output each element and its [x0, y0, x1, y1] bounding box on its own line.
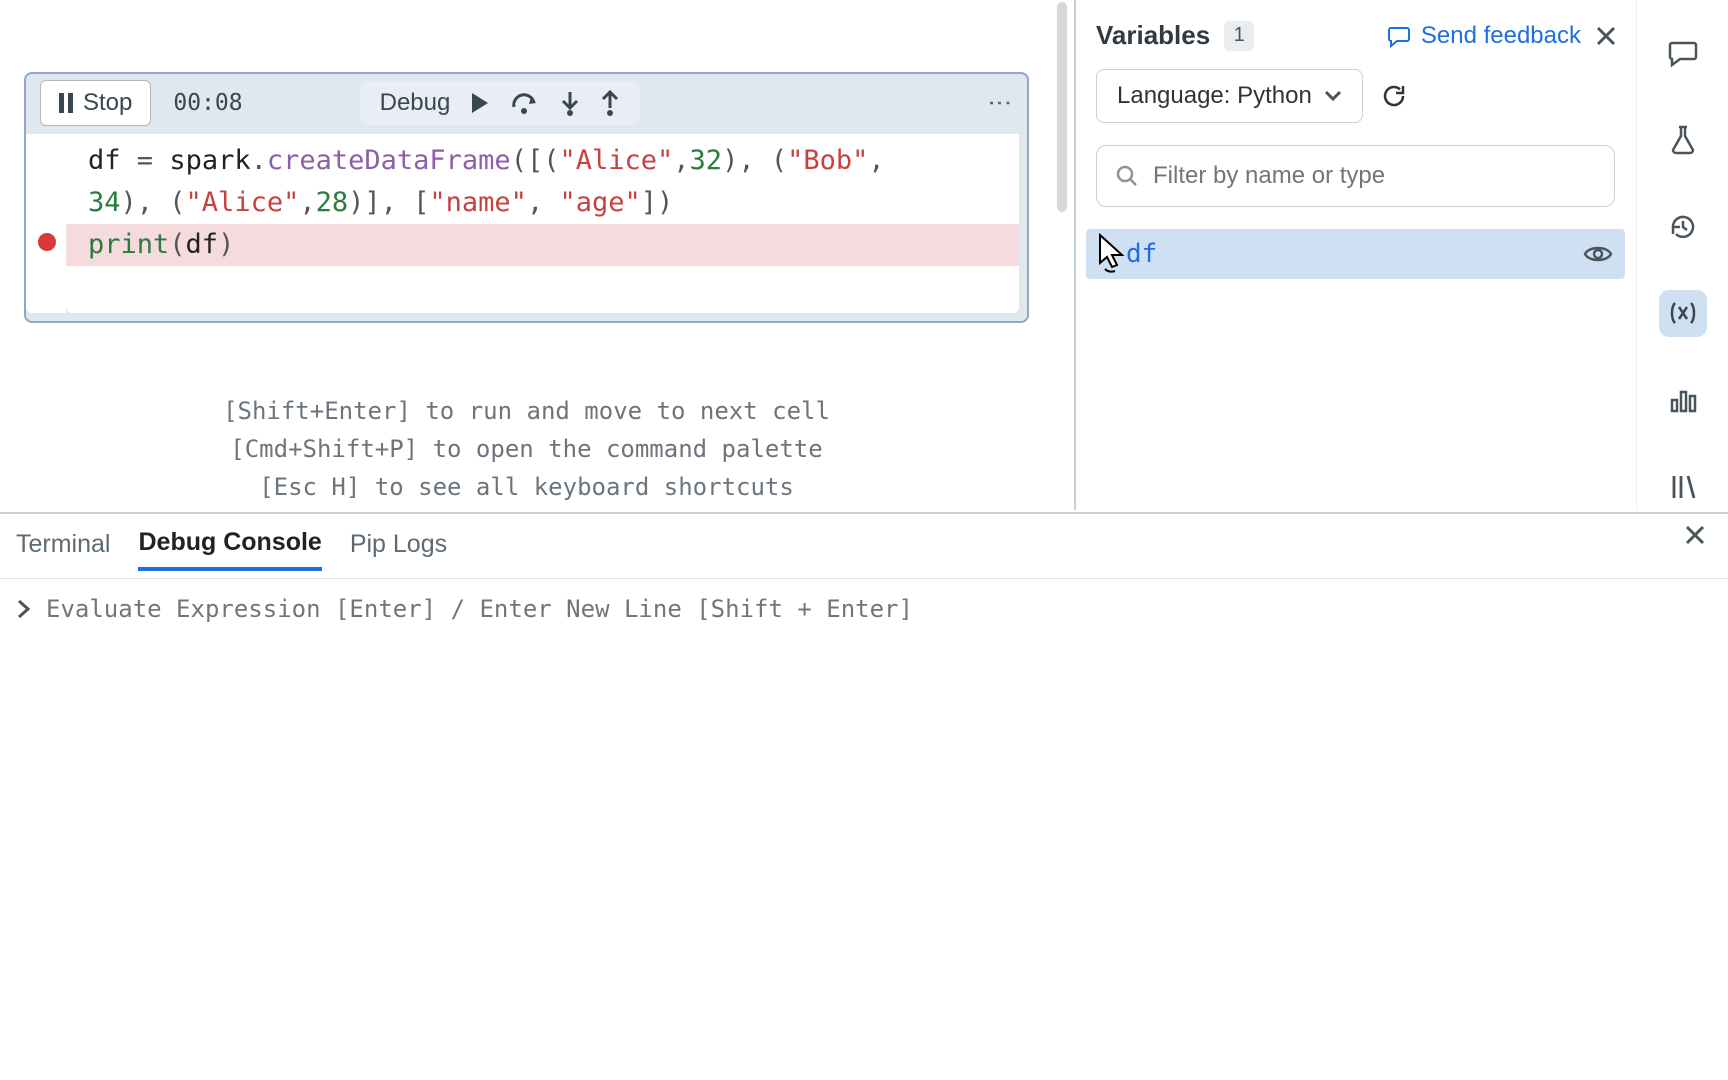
- stop-label: Stop: [83, 89, 132, 117]
- play-icon[interactable]: [470, 92, 490, 114]
- hint-line: [Esc H] to see all keyboard shortcuts: [24, 468, 1029, 506]
- notebook-cell: Stop 00:08 Debug ⋮: [24, 72, 1029, 323]
- send-feedback-link[interactable]: Send feedback: [1387, 22, 1581, 50]
- debug-label: Debug: [380, 89, 451, 117]
- close-icon: [1595, 25, 1617, 47]
- step-out-icon[interactable]: [600, 90, 620, 116]
- feedback-label: Send feedback: [1421, 22, 1581, 50]
- rail-bars-icon[interactable]: [1659, 377, 1707, 424]
- rail-flask-icon[interactable]: [1659, 117, 1707, 164]
- language-select[interactable]: Language: Python: [1096, 69, 1363, 123]
- keyboard-hints: [Shift+Enter] to run and move to next ce…: [24, 392, 1029, 506]
- close-panel-button[interactable]: [1595, 25, 1617, 47]
- debug-console-input[interactable]: [46, 595, 1712, 623]
- eye-icon[interactable]: [1583, 243, 1613, 265]
- rail-chat-icon[interactable]: [1659, 30, 1707, 77]
- chat-icon: [1387, 24, 1411, 48]
- tab-terminal[interactable]: Terminal: [16, 530, 110, 569]
- hint-line: [Shift+Enter] to run and move to next ce…: [24, 392, 1029, 430]
- variables-count-badge: 1: [1224, 21, 1254, 51]
- pause-icon: [59, 93, 73, 113]
- filter-input[interactable]: [1153, 162, 1596, 190]
- code-line-current: print(df): [66, 224, 1019, 266]
- variables-title: Variables: [1096, 20, 1210, 51]
- code-gutter[interactable]: [26, 134, 66, 313]
- chevron-right-icon: [16, 599, 32, 619]
- rail-columns-icon[interactable]: [1659, 463, 1707, 510]
- code-editor[interactable]: df = spark.createDataFrame([("Alice",32)…: [66, 134, 1019, 313]
- cell-toolbar: Stop 00:08 Debug ⋮: [40, 74, 1013, 132]
- language-label: Language: Python: [1117, 82, 1312, 110]
- close-icon: [1684, 524, 1706, 546]
- vertical-scrollbar[interactable]: [1057, 2, 1067, 212]
- refresh-button[interactable]: [1381, 83, 1407, 109]
- step-over-icon[interactable]: [510, 91, 540, 115]
- filter-input-wrap[interactable]: [1096, 145, 1615, 207]
- search-icon: [1115, 164, 1139, 188]
- hint-line: [Cmd+Shift+P] to open the command palett…: [24, 430, 1029, 468]
- rail-history-icon[interactable]: [1659, 203, 1707, 250]
- stop-button[interactable]: Stop: [40, 80, 151, 126]
- code-line: 34), ("Alice",28)], ["name", "age"]): [66, 182, 1019, 224]
- close-bottom-panel-button[interactable]: [1684, 524, 1706, 546]
- right-side-rail: [1636, 0, 1728, 510]
- variables-panel: Variables 1 Send feedback Language: Pyth…: [1074, 0, 1635, 510]
- tab-pip-logs[interactable]: Pip Logs: [350, 530, 447, 569]
- chevron-right-icon: [1098, 245, 1112, 263]
- tab-debug-console[interactable]: Debug Console: [138, 528, 321, 571]
- step-into-icon[interactable]: [560, 90, 580, 116]
- code-line: df = spark.createDataFrame([("Alice",32)…: [66, 140, 1019, 182]
- chevron-down-icon: [1324, 90, 1342, 102]
- variable-name: df: [1126, 239, 1157, 269]
- elapsed-timer: 00:08: [173, 90, 242, 116]
- variable-row[interactable]: df: [1086, 229, 1625, 279]
- breakpoint-icon[interactable]: [38, 233, 56, 251]
- debug-console-input-row[interactable]: [0, 578, 1728, 638]
- rail-variables-icon[interactable]: [1659, 290, 1707, 337]
- refresh-icon: [1381, 83, 1407, 109]
- debug-controls: Debug: [360, 81, 641, 125]
- cell-menu-icon[interactable]: ⋮: [985, 91, 1013, 115]
